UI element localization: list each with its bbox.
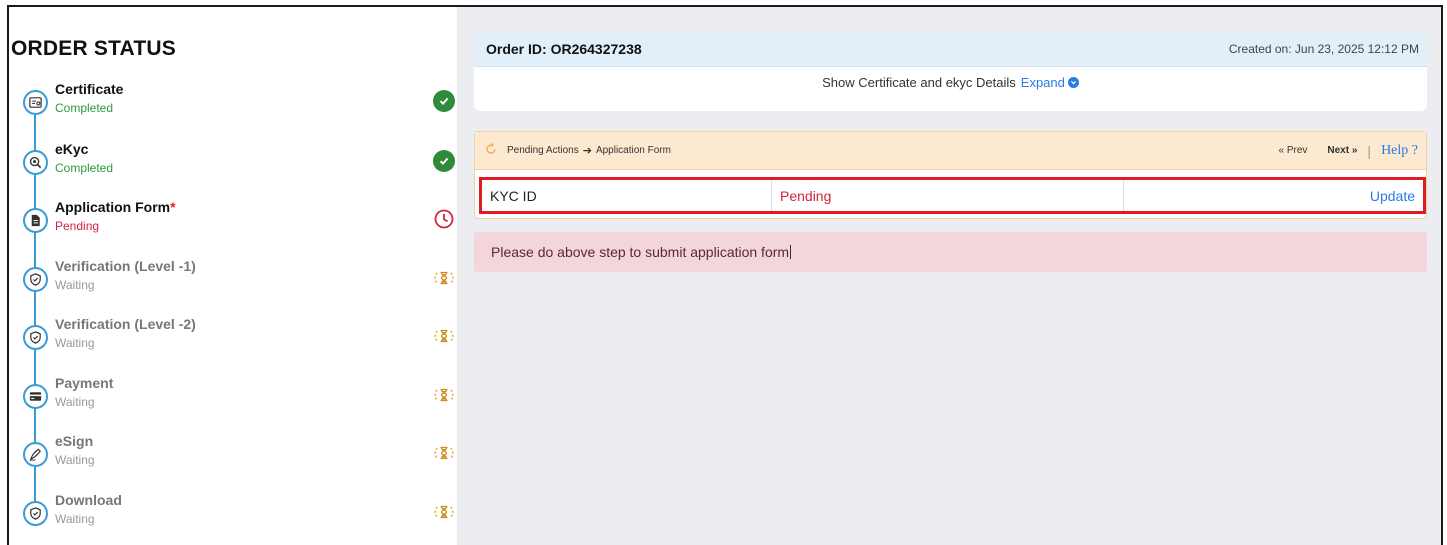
prev-button[interactable]: « Prev [1278, 145, 1307, 156]
created-on: Created on: Jun 23, 2025 12:12 PM [1228, 42, 1419, 56]
status-step: Verification (Level -2) Waiting [19, 315, 454, 365]
content-panel: Order ID: OR264327238 Created on: Jun 23… [457, 7, 1441, 545]
check-circle-icon [432, 149, 456, 173]
breadcrumb: Pending Actions ➔ Application Form [485, 143, 671, 158]
shield-icon [23, 325, 48, 350]
step-text: Payment Waiting [55, 374, 113, 412]
pager-divider: | [1367, 142, 1372, 159]
alert-text: Please do above step to submit applicati… [491, 244, 790, 260]
text-caret [790, 245, 792, 259]
step-text: eSign Waiting [55, 432, 95, 470]
chevron-down-circle-icon [1067, 77, 1079, 88]
step-status: Completed [55, 161, 114, 175]
status-step: Payment Waiting [19, 374, 454, 424]
pen-icon [23, 442, 48, 467]
hourglass-icon [432, 324, 456, 348]
step-text: Certificate Completed [55, 80, 123, 118]
step-name: Verification (Level -1) [55, 257, 196, 275]
pending-actions-header: Pending Actions ➔ Application Form « Pre… [475, 132, 1426, 170]
next-button[interactable]: Next » [1327, 145, 1357, 156]
step-name-label: Certificate [55, 81, 124, 97]
step-name: eKyc [55, 140, 113, 158]
certificate-icon [23, 90, 48, 115]
step-name: Verification (Level -2) [55, 315, 196, 333]
double-chevron-right-icon: » [1351, 145, 1358, 156]
order-card: Order ID: OR264327238 Created on: Jun 23… [474, 32, 1427, 111]
search-icon [23, 150, 48, 175]
details-text: Show Certificate and ekyc Details [822, 75, 1016, 90]
clock-icon [432, 207, 456, 231]
card-icon [23, 384, 48, 409]
prev-label: Prev [1286, 145, 1308, 156]
kyc-row: KYC ID Pending Update [479, 177, 1426, 214]
status-step: Application Form* Pending [19, 198, 454, 248]
step-status: Waiting [55, 278, 95, 292]
order-id: Order ID: OR264327238 [486, 41, 642, 57]
step-text: Verification (Level -2) Waiting [55, 315, 196, 353]
step-text: Application Form* Pending [55, 198, 176, 236]
step-name-label: eKyc [55, 141, 89, 157]
status-step: Download Waiting [19, 491, 454, 541]
check-circle-icon [432, 89, 456, 113]
order-status-panel: ORDER STATUS Certificate Completed eKyc Com… [9, 7, 457, 545]
pager: « Prev Next » | Help ? [1278, 143, 1418, 159]
hourglass-icon [432, 383, 456, 407]
double-chevron-left-icon: « [1278, 145, 1285, 156]
panel-title: ORDER STATUS [11, 37, 176, 60]
step-name: Certificate [55, 80, 123, 98]
hourglass-icon [432, 266, 456, 290]
status-step: Verification (Level -1) Waiting [19, 257, 454, 307]
alert-message: Please do above step to submit applicati… [474, 232, 1427, 272]
step-name-label: Application Form [55, 199, 171, 215]
order-header: Order ID: OR264327238 Created on: Jun 23… [474, 32, 1427, 67]
step-text: Verification (Level -1) Waiting [55, 257, 196, 295]
help-link[interactable]: Help ? [1381, 143, 1418, 159]
step-status: Waiting [55, 453, 95, 467]
kyc-status: Pending [772, 180, 1124, 211]
hourglass-icon [432, 441, 456, 465]
status-step: eKyc Completed [19, 140, 455, 190]
step-text: Download Waiting [55, 491, 122, 529]
hourglass-icon [432, 500, 456, 524]
step-status: Waiting [55, 512, 95, 526]
step-name: Download [55, 491, 122, 509]
step-text: eKyc Completed [55, 140, 113, 178]
status-step: eSign Waiting [19, 432, 454, 482]
kyc-label: KYC ID [482, 180, 772, 211]
step-name-label: eSign [55, 433, 94, 449]
update-button[interactable]: Update [1124, 180, 1423, 211]
step-name-label: Download [55, 492, 122, 508]
shield-icon [23, 267, 48, 292]
step-status: Pending [55, 219, 100, 233]
expand-label: Expand [1020, 75, 1065, 90]
step-status: Waiting [55, 336, 95, 350]
document-icon [23, 208, 48, 233]
refresh-icon [485, 143, 497, 158]
step-status: Waiting [55, 395, 95, 409]
breadcrumb-end: Application Form [595, 145, 671, 156]
required-mark: * [170, 199, 176, 215]
step-name-label: Payment [55, 375, 114, 391]
pending-actions-card: Pending Actions ➔ Application Form « Pre… [474, 131, 1427, 219]
step-name: Payment [55, 374, 113, 392]
next-label: Next [1327, 145, 1350, 156]
app-frame: ORDER STATUS Certificate Completed eKyc Com… [7, 5, 1443, 545]
breadcrumb-start: Pending Actions [507, 145, 579, 156]
expand-link[interactable]: Expand [1021, 75, 1079, 90]
step-status: Completed [55, 101, 114, 115]
status-step: Certificate Completed [19, 80, 455, 130]
step-name-label: Verification (Level -2) [55, 316, 196, 332]
step-name: Application Form* [55, 198, 176, 216]
step-name: eSign [55, 432, 95, 450]
shield-icon [23, 501, 48, 526]
order-details-row: Show Certificate and ekyc Details Expand [474, 67, 1427, 111]
step-name-label: Verification (Level -1) [55, 258, 196, 274]
arrow-right-icon: ➔ [582, 145, 592, 157]
